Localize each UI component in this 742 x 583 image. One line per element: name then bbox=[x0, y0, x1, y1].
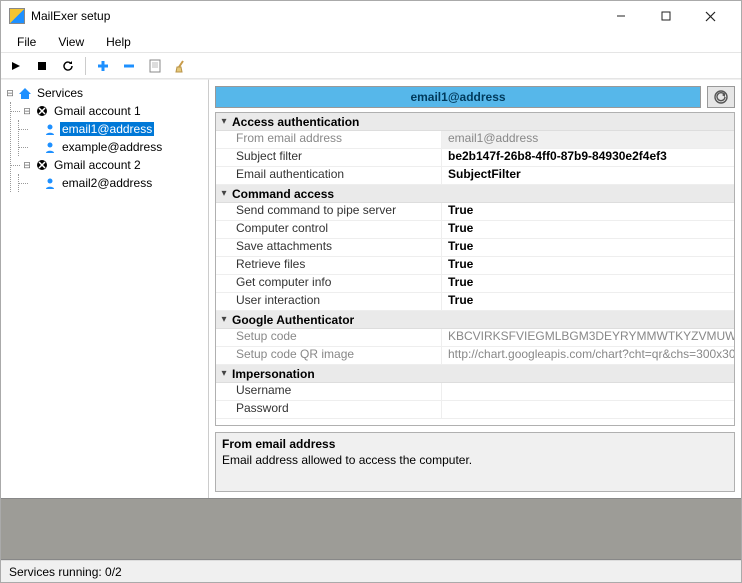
chevron-down-icon[interactable]: ▾ bbox=[216, 188, 232, 199]
prop-username[interactable]: Username bbox=[216, 383, 734, 401]
chevron-down-icon[interactable]: ▾ bbox=[216, 116, 232, 127]
app-icon bbox=[9, 8, 25, 24]
prop-user-interaction[interactable]: User interactionTrue bbox=[216, 293, 734, 311]
error-icon bbox=[34, 157, 50, 173]
tree-email-1[interactable]: email1@address bbox=[60, 122, 154, 136]
tree-email-2[interactable]: email2@address bbox=[60, 176, 154, 190]
window-title: MailExer setup bbox=[31, 9, 598, 23]
status-services-running: Services running: 0/2 bbox=[9, 565, 122, 579]
prop-pipe-server[interactable]: Send command to pipe serverTrue bbox=[216, 203, 734, 221]
person-icon bbox=[42, 139, 58, 155]
header-refresh-button[interactable] bbox=[707, 86, 735, 108]
menu-view[interactable]: View bbox=[48, 33, 94, 51]
error-icon bbox=[34, 103, 50, 119]
maximize-button[interactable] bbox=[643, 2, 688, 30]
add-button[interactable] bbox=[92, 55, 114, 77]
document-button[interactable] bbox=[144, 55, 166, 77]
expander-icon[interactable]: ⊟ bbox=[20, 104, 34, 118]
prop-email-auth[interactable]: Email authenticationSubjectFilter bbox=[216, 167, 734, 185]
description-pane: From email address Email address allowed… bbox=[215, 432, 735, 492]
prop-setup-qr[interactable]: Setup code QR imagehttp://chart.googleap… bbox=[216, 347, 734, 365]
category-google-auth[interactable]: ▾Google Authenticator bbox=[216, 311, 734, 329]
prop-retrieve-files[interactable]: Retrieve filesTrue bbox=[216, 257, 734, 275]
chevron-down-icon[interactable]: ▾ bbox=[216, 368, 232, 379]
tree-root[interactable]: Services bbox=[35, 86, 85, 100]
refresh-button[interactable] bbox=[57, 55, 79, 77]
statusbar: Services running: 0/2 bbox=[1, 560, 741, 582]
log-pane bbox=[1, 498, 741, 560]
prop-computer-control[interactable]: Computer controlTrue bbox=[216, 221, 734, 239]
selected-email-header: email1@address bbox=[215, 86, 701, 108]
minimize-button[interactable] bbox=[598, 2, 643, 30]
prop-password[interactable]: Password bbox=[216, 401, 734, 419]
home-icon bbox=[17, 85, 33, 101]
menu-help[interactable]: Help bbox=[96, 33, 141, 51]
tree-account-2[interactable]: Gmail account 2 bbox=[52, 158, 143, 172]
prop-from-email[interactable]: From email addressemail1@address bbox=[216, 131, 734, 149]
prop-subject-filter[interactable]: Subject filterbe2b147f-26b8-4ff0-87b9-84… bbox=[216, 149, 734, 167]
right-pane: email1@address ▾Access authentication Fr… bbox=[209, 79, 741, 498]
close-button[interactable] bbox=[688, 2, 733, 30]
main-area: ⊟ Services ⊟ Gmail account 1 bbox=[1, 79, 741, 498]
broom-button[interactable] bbox=[170, 55, 192, 77]
category-command-access[interactable]: ▾Command access bbox=[216, 185, 734, 203]
play-button[interactable] bbox=[5, 55, 27, 77]
menubar: File View Help bbox=[1, 31, 741, 53]
toolbar bbox=[1, 53, 741, 79]
stop-button[interactable] bbox=[31, 55, 53, 77]
property-grid[interactable]: ▾Access authentication From email addres… bbox=[215, 112, 735, 426]
person-icon bbox=[42, 121, 58, 137]
toolbar-separator bbox=[85, 57, 86, 75]
expander-icon[interactable]: ⊟ bbox=[3, 86, 17, 100]
expander-icon[interactable]: ⊟ bbox=[20, 158, 34, 172]
titlebar: MailExer setup bbox=[1, 1, 741, 31]
prop-computer-info[interactable]: Get computer infoTrue bbox=[216, 275, 734, 293]
category-impersonation[interactable]: ▾Impersonation bbox=[216, 365, 734, 383]
chevron-down-icon[interactable]: ▾ bbox=[216, 314, 232, 325]
menu-file[interactable]: File bbox=[7, 33, 46, 51]
remove-button[interactable] bbox=[118, 55, 140, 77]
prop-setup-code[interactable]: Setup codeKBCVIRKSFVIEGMLBGM3DEYRYMMWTKY… bbox=[216, 329, 734, 347]
description-title: From email address bbox=[222, 437, 728, 451]
description-body: Email address allowed to access the comp… bbox=[222, 453, 728, 467]
prop-save-attachments[interactable]: Save attachmentsTrue bbox=[216, 239, 734, 257]
person-icon bbox=[42, 175, 58, 191]
category-access-auth[interactable]: ▾Access authentication bbox=[216, 113, 734, 131]
tree-pane: ⊟ Services ⊟ Gmail account 1 bbox=[1, 79, 209, 498]
tree-email-example[interactable]: example@address bbox=[60, 140, 164, 154]
tree-account-1[interactable]: Gmail account 1 bbox=[52, 104, 143, 118]
